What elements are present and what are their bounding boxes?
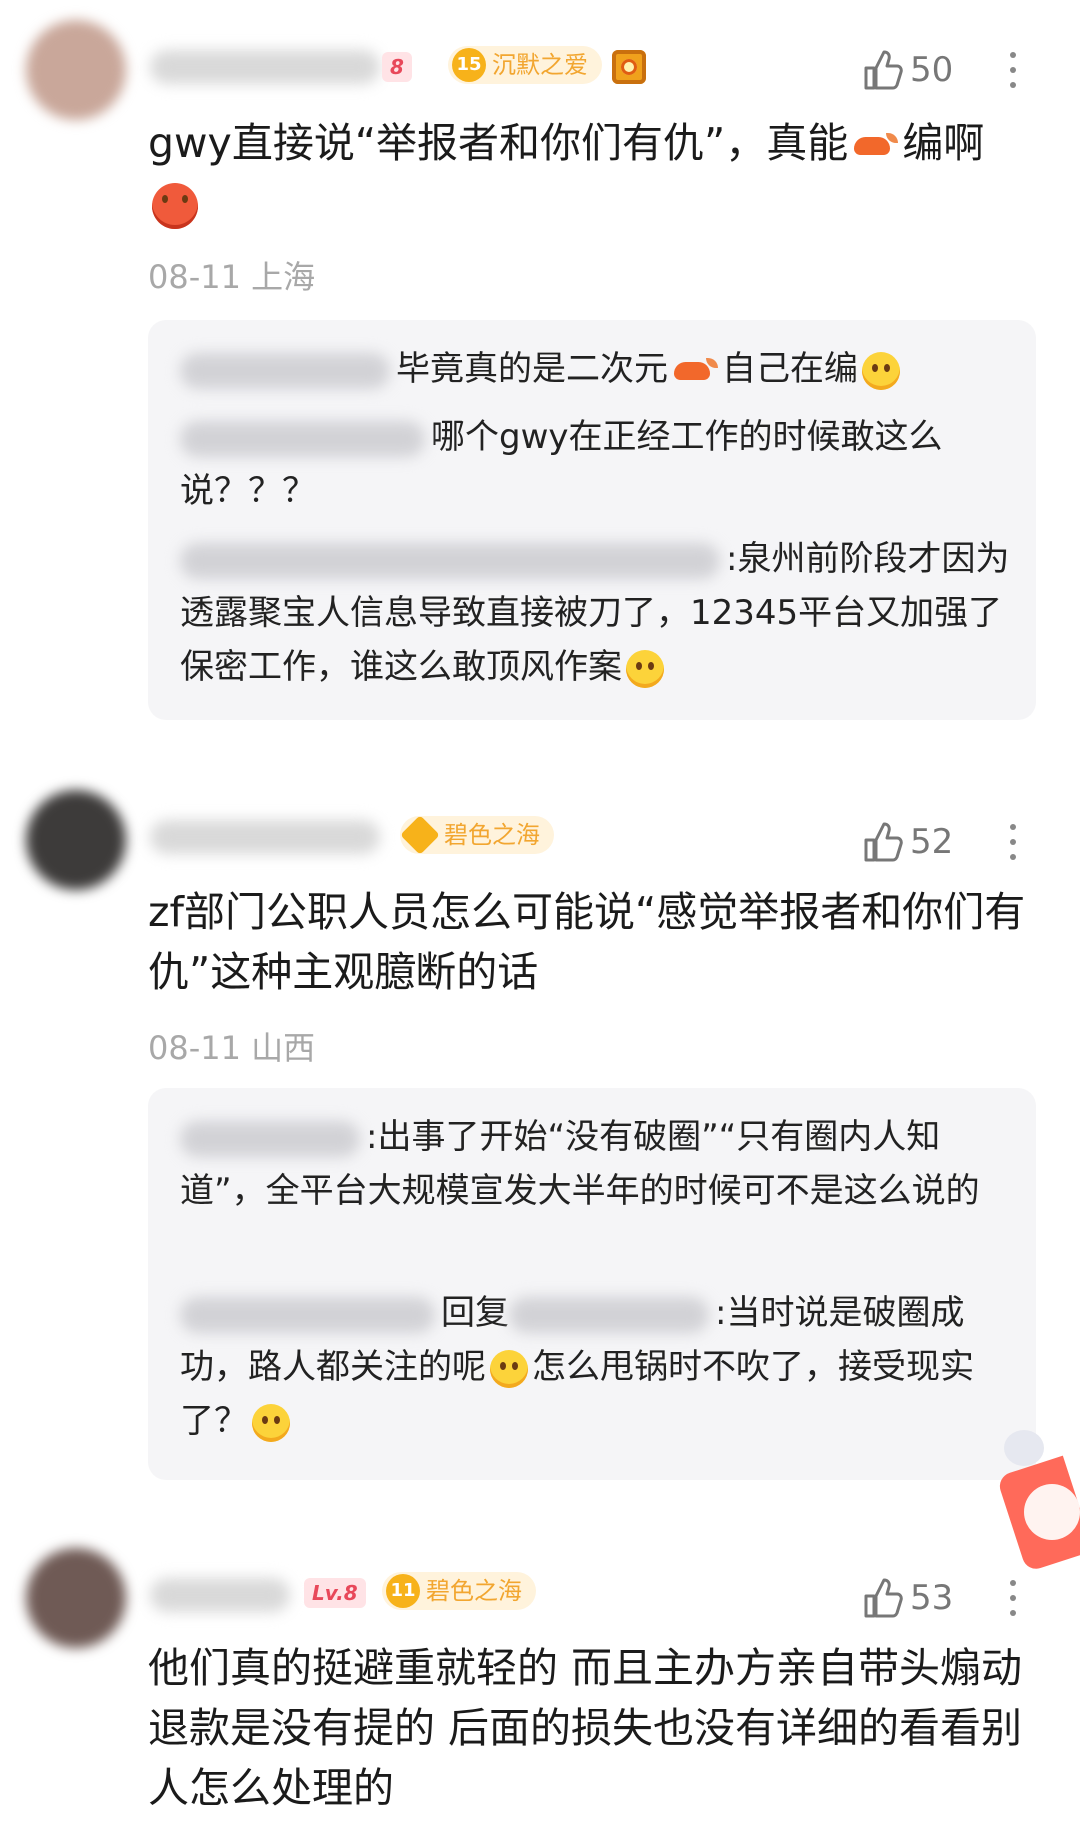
fan-level: 11: [386, 1574, 420, 1608]
reply-2[interactable]: 哪个gwy在正经工作的时候敢这么说？？？: [180, 410, 1020, 518]
comment-meta: 08-11 山西: [148, 1023, 315, 1069]
reply-1[interactable]: :出事了开始“没有破圈”“只有圈内人知道”，全平台大规模宣发大半年的时候可不是这…: [180, 1110, 1020, 1218]
avatar[interactable]: [26, 1548, 126, 1648]
gem-icon: [400, 815, 440, 855]
fan-badge[interactable]: 15 沉默之爱: [448, 46, 602, 84]
fan-badge[interactable]: 11 碧色之海: [382, 1572, 536, 1610]
fan-level: 15: [452, 48, 486, 82]
laugh-emoji: [252, 1403, 290, 1442]
username-blurred[interactable]: [150, 820, 380, 854]
fan-title: 碧色之海: [444, 821, 540, 849]
reply-1[interactable]: 毕竟真的是二次元 自己在编: [180, 342, 1020, 396]
like-count: 50: [910, 50, 954, 90]
avatar[interactable]: [26, 20, 126, 120]
laugh-emoji: [626, 649, 664, 688]
smile-emoji: [862, 351, 900, 390]
level-badge: 8: [382, 52, 412, 82]
thumb-up-icon: [864, 1578, 903, 1618]
comment-location: 上海: [251, 258, 316, 296]
level-badge: Lv.8: [304, 1578, 366, 1608]
comment-text: zf部门公职人员怎么可能说“感觉举报者和你们有仇”这种主观臆断的话: [148, 888, 1026, 996]
more-icon[interactable]: [1007, 820, 1017, 864]
floating-promo-badge[interactable]: [996, 1420, 1080, 1573]
fan-badge[interactable]: 碧色之海: [400, 815, 554, 855]
thumb-up-icon: [864, 822, 903, 862]
comment-meta: 08-11 上海: [148, 252, 315, 298]
smile-emoji: [490, 1349, 528, 1388]
comment-date: 08-11: [148, 1029, 241, 1067]
reply-2[interactable]: 回复:当时说是破圈成功，路人都关注的呢 怎么甩锅时不吹了，接受现实了？: [180, 1286, 1020, 1448]
shrimp-emoji: [850, 133, 900, 159]
red-face-emoji: [152, 183, 198, 229]
reply-3[interactable]: :泉州前阶段才因为透露聚宝人信息导致直接被刀了，12345平台又加强了保密工作，…: [180, 532, 1020, 694]
more-icon[interactable]: [1007, 48, 1017, 92]
username-blurred[interactable]: [150, 50, 380, 84]
like-count: 52: [910, 822, 954, 862]
comment-date: 08-11: [148, 258, 241, 296]
medal-icon: [612, 50, 646, 84]
comment-text: 他们真的挺避重就轻的 而且主办方亲自带头煽动 退款是没有提的 后面的损失也没有详…: [148, 1644, 1023, 1812]
reply-box[interactable]: 毕竟真的是二次元 自己在编 哪个gwy在正经工作的时候敢这么说？？？ :泉州前阶段…: [148, 320, 1036, 720]
username-blurred[interactable]: [150, 1578, 290, 1612]
more-icon[interactable]: [1007, 1576, 1017, 1620]
fan-title: 沉默之爱: [492, 51, 588, 79]
comment-location: 山西: [251, 1029, 316, 1067]
avatar[interactable]: [26, 790, 126, 890]
reply-box[interactable]: :出事了开始“没有破圈”“只有圈内人知道”，全平台大规模宣发大半年的时候可不是这…: [148, 1088, 1036, 1480]
like-count: 53: [910, 1578, 954, 1618]
thumb-up-icon: [864, 50, 903, 90]
comment-text: gwy直接说“举报者和你们有仇”，真能 编啊: [148, 113, 1048, 233]
fan-title: 碧色之海: [426, 1577, 522, 1605]
shrimp-emoji: [670, 357, 720, 384]
